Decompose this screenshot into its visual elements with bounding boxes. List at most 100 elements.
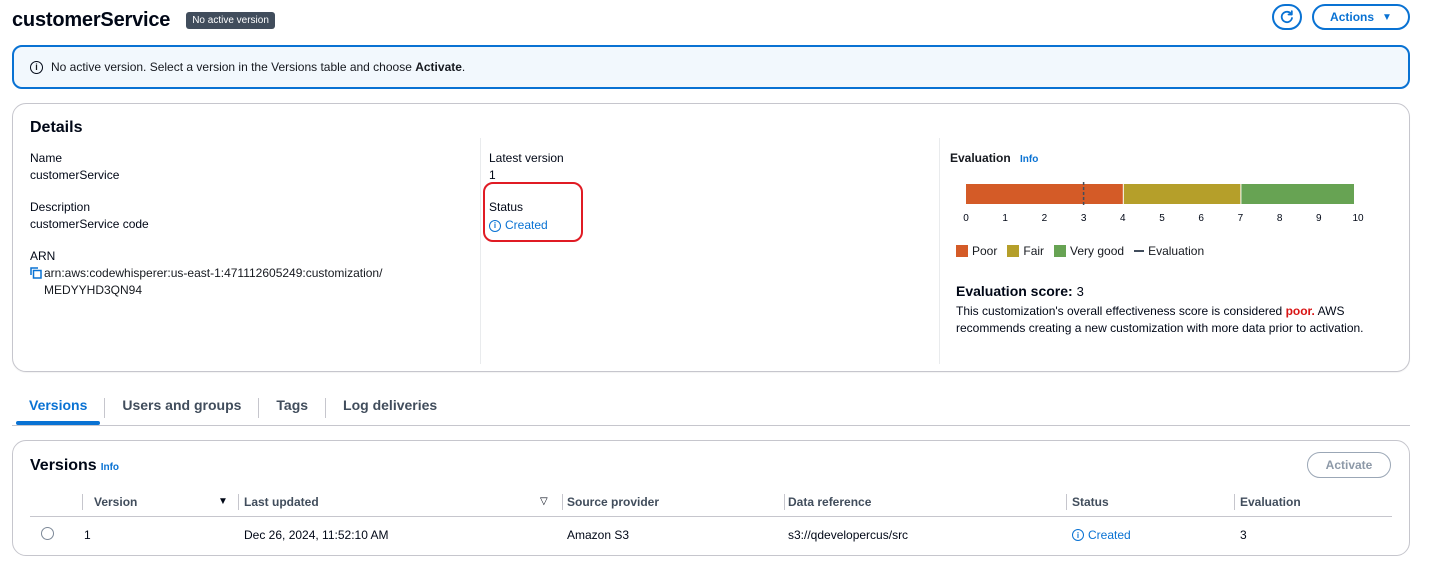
arn-line-1: arn:aws:codewhisperer:us-east-1:47111260… [44,266,383,280]
actions-label: Actions [1330,10,1375,24]
legend-swatch [956,245,968,257]
table-header: Version ▼ Last updated ▽ Source provider… [30,491,1392,517]
info-alert: i No active version. Select a version in… [12,45,1410,89]
sort-icon[interactable]: ▽ [540,496,548,507]
info-icon: i [30,60,43,74]
alert-text-bold: Activate [415,60,462,74]
name-field: Name customerService [30,150,470,184]
legend-item: Poor [956,244,997,258]
tab-log-deliveries[interactable]: Log deliveries [326,392,454,425]
evaluation-desc-poor: poor. [1285,304,1315,318]
info-icon: i [1072,529,1084,541]
legend-swatch [1007,245,1020,257]
scale-tick-label: 2 [1041,213,1048,224]
scale-tick-label: 10 [1352,213,1364,224]
evaluation-scale-ticks: 0 1 2 3 4 5 6 7 8 9 10 [954,213,1364,227]
column-header-version[interactable]: Version [94,495,137,509]
details-title: Details [30,119,83,136]
versions-title: Versions Info [30,457,119,475]
details-column-1: Name customerService Description custome… [30,150,470,314]
arn-label: ARN [30,249,56,263]
alert-text-suffix: . [461,60,466,74]
cell-status-text: Created [1088,528,1131,542]
tab-tags[interactable]: Tags [259,392,325,425]
scale-tick-label: 8 [1276,213,1283,224]
column-separator [784,494,785,510]
arn-line-2: MEDYYHD3QN94 [44,283,143,297]
status-highlight-box [483,182,583,242]
header-actions: Actions ▼ [1272,4,1410,30]
scale-tick-label: 0 [963,213,969,224]
legend-label: Fair [1023,244,1045,258]
cell-status[interactable]: i Created [1072,528,1131,542]
legend-item: Evaluation [1134,244,1204,258]
evaluation-band-fair [1123,184,1241,204]
cell-last-updated: Dec 26, 2024, 11:52:10 AM [244,528,389,542]
column-separator [238,494,239,510]
versions-title-text: Versions [30,457,97,474]
name-value: customerService [30,168,120,182]
tab-versions[interactable]: Versions [12,392,104,425]
column-separator [1234,494,1235,510]
activate-button[interactable]: Activate [1307,452,1391,478]
evaluation-score-value: 3 [1076,284,1084,299]
column-header-status: Status [1072,495,1109,509]
alert-text-prefix: No active version. Select a version in t… [51,60,416,74]
tab-bar: Versions Users and groups Tags Log deliveri… [12,392,1410,426]
evaluation-title: Evaluation [950,151,1011,165]
evaluation-desc-prefix: This customization's overall effectivene… [956,304,1286,318]
evaluation-description: This customization's overall effectivene… [956,303,1366,337]
versions-info-link[interactable]: Info [101,462,119,473]
refresh-button[interactable] [1272,4,1302,30]
arn-value: arn:aws:codewhisperer:us-east-1:47111260… [30,265,470,299]
alert-text: No active version. Select a version in t… [51,60,465,74]
latest-version-field: Latest version 1 [489,150,909,184]
description-value: customerService code [30,217,149,231]
versions-panel: Versions Info Activate Version ▼ Last upd… [12,440,1410,556]
column-separator [1066,494,1067,510]
evaluation-band-very-good [1241,184,1354,204]
evaluation-info-link[interactable]: Info [1020,154,1038,165]
refresh-icon [1280,10,1293,24]
row-select-radio[interactable] [41,527,54,540]
column-separator [562,494,563,510]
legend-label: Evaluation [1148,244,1205,258]
scale-tick-label: 6 [1198,213,1204,224]
column-header-last-updated[interactable]: Last updated [244,495,319,509]
legend-dash-marker [1134,250,1145,252]
name-label: Name [30,151,63,165]
page-title: customerService [12,8,171,31]
evaluation-scale [966,182,1354,206]
column-header-data-reference: Data reference [788,495,872,509]
scale-tick-label: 3 [1080,213,1087,224]
cell-data-reference: s3://qdevelopercus/src [788,528,909,542]
actions-button[interactable]: Actions ▼ [1312,4,1410,30]
evaluation-score: Evaluation score: 3 [956,283,1084,299]
cell-version: 1 [84,528,91,542]
legend-swatch [1054,245,1067,257]
legend-label: Poor [972,244,998,258]
arn-field: ARN arn:aws:codewhisperer:us-east-1:4711… [30,248,470,299]
table-row[interactable]: 1 Dec 26, 2024, 11:52:10 AM Amazon S3 s3… [30,523,1392,547]
tab-users-and-groups[interactable]: Users and groups [105,392,258,425]
column-header-evaluation: Evaluation [1240,495,1301,509]
status-badge: No active version [186,11,275,29]
column-separator [82,494,83,510]
copy-icon[interactable] [30,267,42,279]
evaluation-section: Evaluation Info [950,150,1400,168]
evaluation-band-poor [966,184,1123,204]
column-divider [480,138,481,364]
evaluation-score-label: Evaluation score: [956,283,1073,299]
column-header-source-provider: Source provider [567,495,660,509]
sort-descending-icon[interactable]: ▼ [218,496,228,507]
scale-tick-label: 5 [1159,213,1165,224]
cell-evaluation: 3 [1240,528,1247,542]
latest-version-label: Latest version [489,151,564,165]
column-divider [939,138,940,364]
evaluation-legend: Poor Fair Very good Evaluation [956,244,1204,258]
caret-down-icon: ▼ [1382,11,1392,23]
scale-tick-label: 1 [1002,213,1008,224]
legend-label: Very good [1070,244,1125,258]
scale-tick-label: 4 [1120,213,1126,224]
scale-tick-label: 9 [1316,213,1322,224]
